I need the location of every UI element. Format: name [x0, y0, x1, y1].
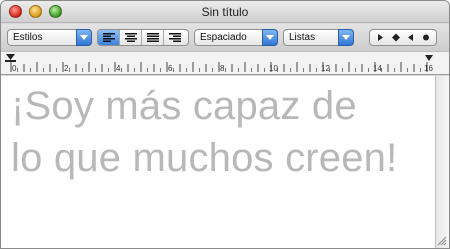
resize-grip-icon[interactable] [437, 236, 447, 246]
align-left-button[interactable] [98, 30, 120, 45]
window-title: Sin título [201, 5, 249, 19]
lists-popup[interactable]: Listas [283, 29, 354, 46]
align-left-icon [103, 33, 115, 42]
ruler-label: 8 [220, 64, 225, 73]
lists-popup-label: Listas [289, 32, 316, 43]
right-tab-icon[interactable] [378, 34, 383, 41]
ruler-label: 0 [12, 64, 17, 73]
decimal-tab-icon[interactable] [423, 34, 429, 41]
left-tab-icon[interactable] [408, 34, 413, 41]
align-center-icon [125, 33, 137, 42]
styles-popup-label: Estilos [13, 32, 43, 43]
tab-stops-icons [378, 33, 429, 42]
center-tab-icon[interactable] [392, 33, 400, 42]
tab-stops-control [369, 29, 437, 46]
right-margin-marker[interactable] [425, 55, 433, 61]
spacing-popup-label: Espaciado [200, 32, 247, 43]
ruler-label: 14 [373, 64, 382, 73]
spacing-popup[interactable]: Espaciado [194, 29, 278, 46]
ruler[interactable]: 0 2 4 6 8 10 12 14 16 [1, 51, 449, 75]
align-justify-icon [147, 33, 159, 42]
ruler-label: 16 [424, 64, 433, 73]
ruler-label: 12 [321, 64, 330, 73]
chevron-down-icon [262, 29, 278, 46]
ruler-label: 10 [269, 64, 278, 73]
vertical-scrollbar[interactable] [435, 76, 449, 248]
format-toolbar: Estilos Espaciado Listas [1, 24, 449, 51]
document-window: Sin título Estilos Espaciado Listas 0 2 … [0, 0, 450, 249]
chevron-down-icon [76, 29, 92, 46]
title-bar[interactable]: Sin título [1, 1, 449, 23]
alignment-control [97, 29, 189, 46]
ruler-label: 6 [168, 64, 173, 73]
first-line-indent-marker[interactable] [5, 60, 16, 62]
ruler-label: 2 [64, 64, 69, 73]
styles-popup[interactable]: Estilos [7, 29, 92, 46]
align-right-button[interactable] [164, 30, 186, 45]
chevron-down-icon [338, 29, 354, 46]
document-line: lo que muchos creen! [11, 136, 398, 180]
text-editor-area[interactable]: ¡Soy más capaz de lo que muchos creen! [1, 76, 435, 248]
align-justify-button[interactable] [142, 30, 164, 45]
align-right-icon [169, 33, 181, 42]
align-center-button[interactable] [120, 30, 142, 45]
ruler-label: 4 [116, 64, 121, 73]
left-margin-marker[interactable] [6, 54, 15, 60]
document-line: ¡Soy más capaz de [11, 84, 357, 128]
